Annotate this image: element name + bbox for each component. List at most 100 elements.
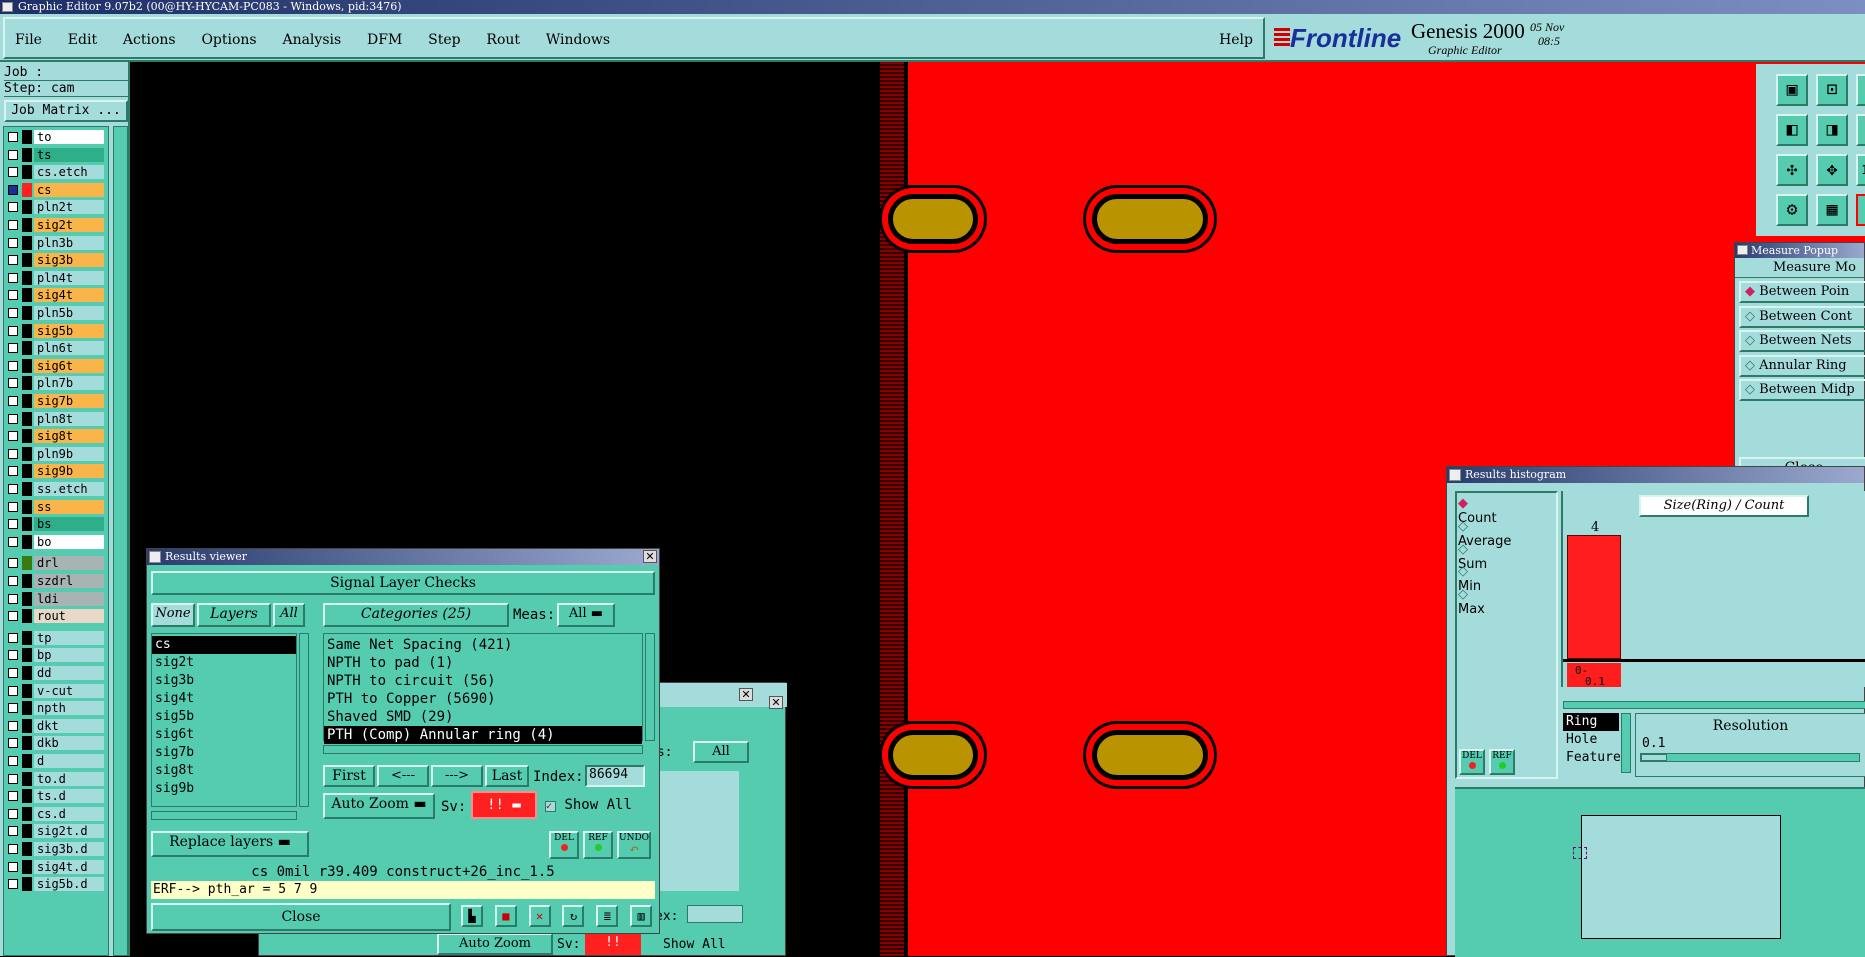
layer-checkbox[interactable] bbox=[8, 558, 18, 569]
layer-item[interactable]: cs bbox=[6, 182, 104, 197]
report-icon[interactable]: ≣ bbox=[596, 905, 619, 927]
category-item[interactable]: PTH (Comp) Annular ring (4) bbox=[324, 726, 642, 744]
layer-item[interactable]: dd bbox=[6, 666, 104, 680]
layer-item[interactable]: pln4t bbox=[6, 270, 104, 285]
histogram-bin-label[interactable]: 0- 0.1 bbox=[1567, 663, 1621, 687]
results-close-button[interactable]: Close bbox=[151, 903, 451, 931]
result-layer-item[interactable]: sig5b bbox=[152, 708, 296, 726]
close-icon[interactable]: ✕ bbox=[769, 696, 783, 709]
chart-icon[interactable]: ▥ bbox=[630, 905, 653, 927]
highlight-icon[interactable]: ■ bbox=[494, 905, 517, 927]
histogram-bar[interactable] bbox=[1567, 535, 1621, 659]
slider-thumb[interactable] bbox=[1641, 754, 1667, 761]
menu-step[interactable]: Step bbox=[428, 32, 460, 48]
histogram-option[interactable]: ◇ Max bbox=[1458, 587, 1485, 617]
fit-icon[interactable]: ✣ bbox=[1776, 154, 1808, 186]
layer-item[interactable]: cs.d bbox=[6, 806, 104, 821]
layer-item[interactable]: ldi bbox=[6, 591, 104, 606]
layer-result-hscrollbar[interactable] bbox=[151, 811, 297, 820]
layer-item[interactable]: ts.d bbox=[6, 789, 104, 804]
histogram-type-list[interactable]: Ring Hole Feature bbox=[1563, 713, 1621, 769]
layer-checkbox[interactable] bbox=[8, 738, 18, 749]
result-layer-item[interactable]: cs bbox=[152, 636, 296, 654]
layer-scrollbar[interactable] bbox=[113, 126, 128, 956]
layer-checkbox[interactable] bbox=[8, 826, 18, 837]
layer-checkbox[interactable] bbox=[8, 632, 18, 643]
menu-windows[interactable]: Windows bbox=[546, 32, 610, 48]
layer-item[interactable]: tp bbox=[6, 630, 104, 645]
result-layer-item[interactable]: sig3b bbox=[152, 672, 296, 690]
close-icon[interactable] bbox=[1737, 245, 1748, 255]
layer-checkbox[interactable] bbox=[8, 448, 18, 459]
close-icon[interactable]: ✕ bbox=[739, 688, 753, 701]
close-icon[interactable] bbox=[149, 551, 161, 563]
result-layer-item[interactable]: sig2t bbox=[152, 654, 296, 672]
layer-item[interactable]: sig6t bbox=[6, 358, 104, 373]
layer-checkbox[interactable] bbox=[8, 466, 18, 477]
category-scrollbar[interactable] bbox=[645, 633, 655, 741]
layer-checkbox[interactable] bbox=[8, 308, 18, 318]
layer-checkbox[interactable] bbox=[8, 202, 18, 213]
category-item[interactable]: NPTH to circuit (56) bbox=[324, 672, 642, 690]
layer-checkbox[interactable] bbox=[8, 756, 18, 766]
layer-checkbox[interactable] bbox=[8, 576, 18, 586]
prev-button[interactable]: <--- bbox=[377, 765, 429, 787]
layer-item[interactable]: pln9b bbox=[6, 446, 104, 461]
layer-checkbox[interactable] bbox=[8, 255, 18, 266]
layer-item[interactable]: sig7b bbox=[6, 394, 104, 408]
result-layer-item[interactable]: sig6t bbox=[152, 726, 296, 744]
layer-checkbox[interactable] bbox=[8, 808, 18, 819]
layer-item[interactable]: rout bbox=[6, 609, 104, 624]
histogram-hscrollbar[interactable] bbox=[1563, 701, 1865, 709]
all-button[interactable]: All bbox=[273, 603, 305, 627]
layer-result-list[interactable]: cs sig2t sig3b sig4t sig5b sig6t sig7b s… bbox=[151, 633, 297, 807]
menu-rout[interactable]: Rout bbox=[486, 32, 520, 48]
layer-item[interactable]: ss bbox=[6, 499, 104, 514]
layer-item[interactable]: to bbox=[6, 130, 104, 144]
layer-item[interactable]: sig4t.d bbox=[6, 859, 104, 874]
layer-item[interactable]: bp bbox=[6, 648, 104, 663]
align-left-icon[interactable]: ◧ bbox=[1776, 114, 1808, 146]
export-icon[interactable]: ⊡ bbox=[1816, 74, 1848, 106]
layer-item[interactable]: sig2t.d bbox=[6, 824, 104, 839]
window-close-button[interactable]: ✕ bbox=[643, 550, 657, 563]
bg-auto-zoom[interactable]: Auto Zoom bbox=[437, 933, 553, 955]
refresh-icon[interactable]: ↻ bbox=[562, 905, 585, 927]
layer-checkbox[interactable] bbox=[8, 484, 18, 494]
layer-item[interactable]: szdrl bbox=[6, 574, 104, 588]
layer-checkbox[interactable] bbox=[8, 167, 18, 178]
layer-item[interactable]: to.d bbox=[6, 771, 104, 786]
type-item[interactable]: Feature bbox=[1563, 749, 1621, 767]
layer-checkbox[interactable] bbox=[8, 325, 18, 336]
layer-item[interactable]: pln3b bbox=[6, 235, 104, 250]
layer-checkbox[interactable] bbox=[8, 184, 18, 195]
layer-item[interactable]: sig5b bbox=[6, 323, 104, 338]
layer-item[interactable]: ts bbox=[6, 147, 104, 162]
histogram-ref-button[interactable]: REF bbox=[1489, 749, 1515, 775]
layers-button[interactable]: Layers bbox=[197, 603, 271, 627]
layer-item[interactable]: bo bbox=[6, 534, 104, 549]
layer-checkbox[interactable] bbox=[8, 413, 18, 424]
clear-icon[interactable]: ✕ bbox=[528, 905, 551, 927]
none-button[interactable]: None bbox=[151, 603, 195, 627]
next-button[interactable]: ---> bbox=[431, 765, 483, 787]
ratio-icon[interactable]: 1:2 bbox=[1856, 154, 1865, 186]
menu-file[interactable]: File bbox=[15, 32, 42, 48]
type-list-scrollbar[interactable] bbox=[1621, 713, 1631, 773]
index-input[interactable]: 86694 bbox=[585, 765, 645, 787]
layer-result-scrollbar[interactable] bbox=[299, 633, 309, 807]
layer-checkbox[interactable] bbox=[8, 685, 18, 696]
layer-checkbox[interactable] bbox=[8, 132, 18, 142]
close-icon[interactable] bbox=[1449, 469, 1461, 481]
layer-item[interactable]: ss.etch bbox=[6, 482, 104, 496]
bg-sv-select[interactable]: !! bbox=[585, 933, 641, 955]
result-layer-item[interactable]: sig9b bbox=[152, 780, 296, 798]
layer-checkbox[interactable] bbox=[8, 220, 18, 230]
category-item[interactable]: NPTH to pad (1) bbox=[324, 654, 642, 672]
layer-item[interactable]: sig5b.d bbox=[6, 877, 104, 892]
layer-checkbox[interactable] bbox=[8, 290, 18, 301]
layer-item[interactable]: pln8t bbox=[6, 411, 104, 426]
layer-checkbox[interactable] bbox=[8, 879, 18, 890]
align-right-icon[interactable]: ◨ bbox=[1816, 114, 1848, 146]
replace-layers-button[interactable]: Replace layers ▬ bbox=[151, 831, 309, 857]
